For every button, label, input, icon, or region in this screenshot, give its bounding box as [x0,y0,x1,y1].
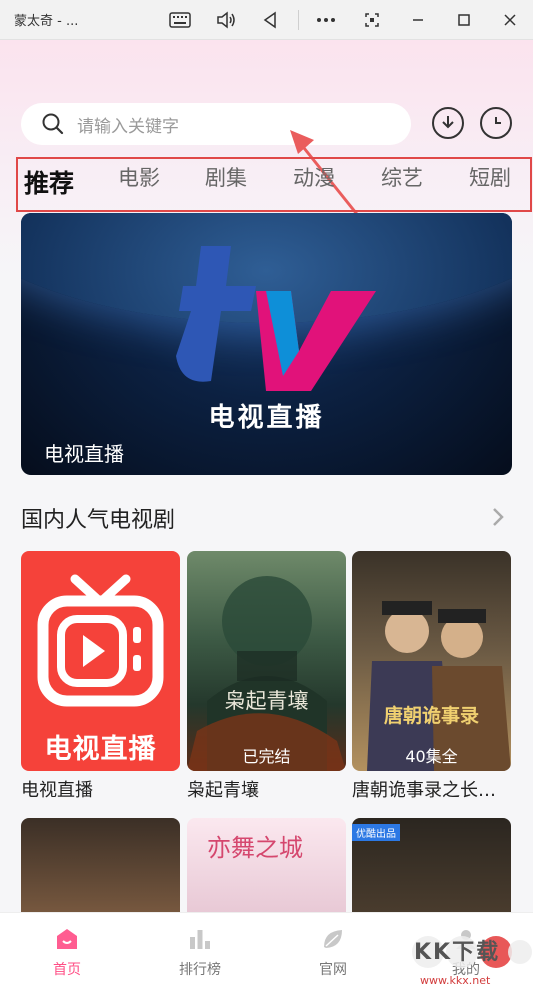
poster-art-text: 枭起青壤 [224,689,309,713]
more-icon[interactable] [312,8,340,32]
titlebar-divider [298,10,299,30]
poster-art-text: 亦舞之城 [207,834,303,862]
poster-live-tv[interactable]: 电视直播 [21,551,180,771]
watermark-url: www.kkx.net [420,974,491,987]
poster-title[interactable]: 枭起青壤 [187,776,346,802]
tab-movies[interactable]: 电影 [118,162,160,192]
poster-title[interactable]: 电视直播 [21,776,180,802]
poster-art-text: 唐朝诡事录 [383,705,479,727]
download-icon[interactable] [432,107,464,139]
volume-icon[interactable] [212,8,240,32]
poster-art-image [367,601,511,771]
ranking-icon [190,930,210,949]
chevron-right-icon[interactable] [491,506,505,528]
tab-anime[interactable]: 动漫 [293,162,335,192]
nav-home[interactable]: 首页 [27,927,107,979]
tabs-highlight-box [16,157,532,212]
search-placeholder: 请输入关键字 [77,116,179,137]
screenshot-icon[interactable] [358,8,386,32]
history-icon[interactable] [480,107,512,139]
tab-series[interactable]: 剧集 [205,162,247,192]
maximize-icon[interactable] [450,8,478,32]
section-title: 国内人气电视剧 [21,508,176,533]
nav-label: 首页 [53,962,81,978]
close-icon[interactable] [496,8,524,32]
poster-row2-item[interactable]: 优酷出品 [352,818,511,918]
tab-variety[interactable]: 综艺 [381,162,423,192]
keyboard-icon[interactable] [166,8,194,32]
back-icon[interactable] [256,8,284,32]
poster-art-image [187,576,346,771]
tab-recommend[interactable]: 推荐 [24,164,74,200]
poster-status-badge: 已完结 [242,747,291,766]
tv-logo-icon [176,246,376,391]
home-icon [57,929,77,949]
minimize-icon[interactable] [404,8,432,32]
poster-tag: 优酷出品 [352,824,400,841]
nav-official-site[interactable]: 官网 [293,927,373,979]
leaf-icon [324,930,342,948]
poster-tang-dynasty[interactable]: 唐朝诡事录 40集全 [352,551,511,771]
window-title: 蒙太奇 - ... [14,14,79,29]
nav-ranking[interactable]: 排行榜 [160,927,240,979]
poster-title[interactable]: 唐朝诡事录之长… [352,776,511,802]
banner-live-tv[interactable]: 电视直播 电视直播 [21,213,512,475]
search-icon [41,112,65,136]
poster-art-text: 电视直播 [44,734,157,765]
watermark-text: KK下载 [414,940,501,965]
tv-app-icon [37,574,164,707]
nav-label: 排行榜 [179,962,221,978]
poster-row2-item[interactable]: 亦舞之城 [187,818,346,918]
banner-caption: 电视直播 [44,442,124,466]
poster-episode-badge: 40集全 [405,747,458,766]
poster-row2-item[interactable] [21,818,180,918]
banner-logo-text: 电视直播 [208,403,325,433]
poster-xiaoqi[interactable]: 枭起青壤 已完结 [187,551,346,771]
nav-label: 官网 [319,962,347,978]
tab-short-drama[interactable]: 短剧 [469,162,511,192]
